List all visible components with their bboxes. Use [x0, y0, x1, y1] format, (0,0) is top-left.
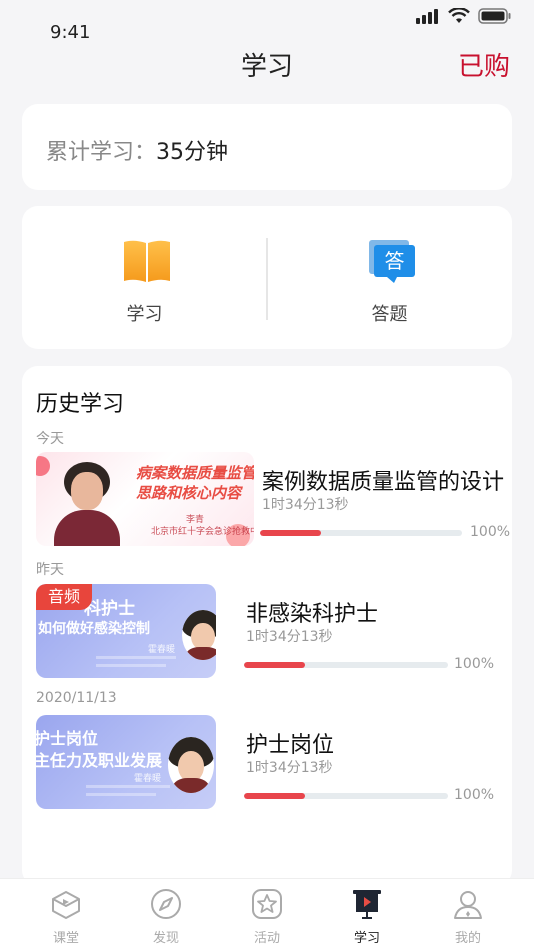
- status-bar: 9:41: [0, 0, 534, 44]
- answer-icon: 答: [369, 240, 415, 283]
- course-title: 非感染科护士: [246, 602, 379, 627]
- study-summary-card: 累计学习：35分钟: [22, 104, 512, 190]
- history-card: 历史学习 今天 病案数据质量监管的设计 思路和核心内容 李青 北京市红十字会急诊…: [22, 366, 512, 886]
- audio-badge: 音频: [36, 584, 92, 610]
- tab-label: 学习: [353, 931, 380, 946]
- progress-percent: 100%: [454, 787, 495, 803]
- tab-discover[interactable]: 发现: [116, 879, 216, 950]
- tab-profile[interactable]: 我的: [418, 879, 518, 950]
- page-title: 学习: [240, 52, 293, 82]
- tab-label: 活动: [253, 931, 280, 946]
- thumb-speaker: 霍春暖: [148, 645, 176, 655]
- study-entry[interactable]: 学习: [22, 206, 267, 349]
- tab-label: 我的: [454, 931, 481, 946]
- answer-entry-label: 答题: [371, 304, 408, 325]
- course-duration: 1时34分13秒: [246, 760, 333, 776]
- course-thumbnail: 病案数据质量监管的设计 思路和核心内容 李青 北京市红十字会急诊抢救中心: [36, 452, 254, 546]
- summary-value: 35分钟: [156, 140, 229, 165]
- nav-bar: 学习 已购: [0, 40, 534, 90]
- tab-activity[interactable]: 活动: [217, 879, 317, 950]
- battery-icon: [478, 8, 511, 24]
- tab-classroom[interactable]: 课堂: [16, 879, 116, 950]
- wifi-icon: [448, 8, 470, 23]
- course-thumbnail: 护士岗位 主任力及职业发展 霍春暖: [36, 715, 216, 809]
- progress-bar: [260, 530, 462, 536]
- course-thumbnail: 科护士 如何做好感染控制 霍春暖 音频: [36, 584, 216, 678]
- course-duration: 1时34分13秒: [262, 497, 349, 513]
- tab-label: 课堂: [52, 931, 79, 946]
- answer-entry[interactable]: 答 答题: [267, 206, 512, 349]
- thumb-org: 北京市红十字会急诊抢救中心: [151, 527, 254, 537]
- group-date: 2020/11/13: [36, 690, 117, 706]
- course-title: 护士岗位: [246, 733, 335, 758]
- group-date-yesterday: 昨天: [36, 562, 64, 578]
- progress-percent: 100%: [470, 524, 511, 540]
- group-date-today: 今天: [36, 431, 64, 447]
- thumb-title-line-1: 护士岗位: [36, 729, 99, 748]
- course-duration: 1时34分13秒: [246, 629, 333, 645]
- status-icons: [416, 8, 512, 24]
- book-icon: [124, 240, 170, 282]
- speaker-photo: [54, 462, 120, 546]
- thumb-title-line-2: 主任力及职业发展: [36, 751, 163, 770]
- tab-label: 发现: [152, 931, 179, 946]
- tab-bar: 课堂 发现 活动 学习 我的: [0, 878, 534, 950]
- purchased-button[interactable]: 已购: [458, 46, 510, 83]
- thumb-title-line-2: 思路和核心内容: [136, 484, 242, 502]
- svg-text:答: 答: [385, 249, 405, 273]
- tab-study[interactable]: 学习: [317, 879, 417, 950]
- entry-card: 学习 答 答题: [22, 206, 512, 349]
- course-title: 案例数据质量监管的设计: [262, 470, 505, 495]
- speaker-photo: [182, 610, 216, 660]
- signal-icon: [416, 9, 438, 24]
- history-item[interactable]: 科护士 如何做好感染控制 霍春暖 音频 非感染科护士 1时34分13秒 100%: [36, 584, 512, 680]
- study-entry-label: 学习: [126, 304, 163, 325]
- speaker-photo: [168, 737, 214, 793]
- thumb-title-line-1: 病案数据质量监管的设计: [136, 464, 254, 482]
- star-icon: [252, 889, 282, 919]
- history-item[interactable]: 病案数据质量监管的设计 思路和核心内容 李青 北京市红十字会急诊抢救中心 案例数…: [36, 452, 512, 548]
- progress-percent: 100%: [454, 656, 495, 672]
- thumb-title-line-2: 如何做好感染控制: [38, 621, 150, 637]
- progress-fill: [244, 662, 306, 668]
- progress-fill: [244, 793, 306, 799]
- progress-bar: [244, 793, 448, 799]
- play-board-icon: [353, 890, 381, 919]
- history-title: 历史学习: [36, 392, 125, 417]
- classroom-icon: [52, 891, 80, 919]
- progress-fill: [260, 530, 321, 536]
- compass-icon: [151, 889, 181, 919]
- history-item[interactable]: 护士岗位 主任力及职业发展 霍春暖 护士岗位 1时34分13秒 100%: [36, 715, 512, 811]
- thumb-speaker: 霍春暖: [134, 774, 162, 784]
- progress-bar: [244, 662, 448, 668]
- profile-icon: [454, 891, 482, 919]
- summary-label: 累计学习：: [46, 140, 157, 165]
- study-summary: 累计学习：35分钟: [46, 134, 228, 166]
